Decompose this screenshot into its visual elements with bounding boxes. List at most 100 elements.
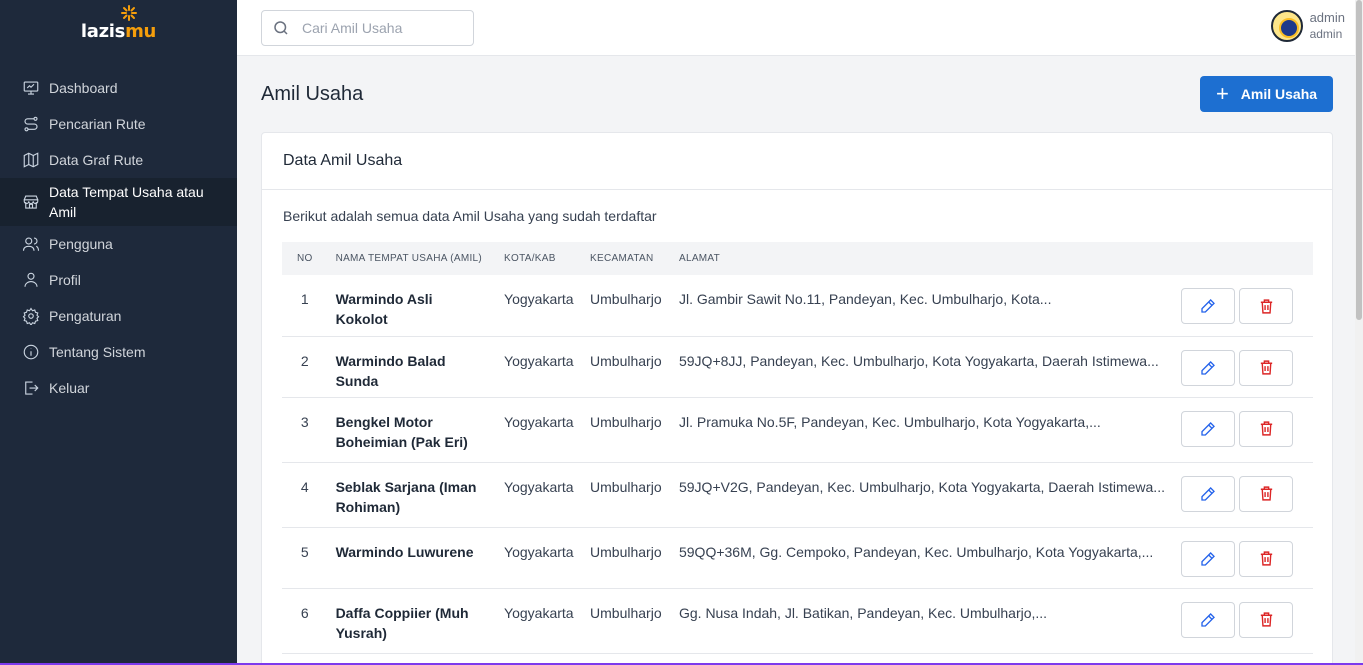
brand-logo[interactable]: lazismu <box>0 0 237 62</box>
data-card: Data Amil Usaha Berikut adalah semua dat… <box>261 132 1333 665</box>
cell-kecamatan: Umbulharjo <box>582 336 671 398</box>
cell-actions <box>1172 275 1313 337</box>
cell-actions <box>1172 527 1313 589</box>
topbar: admin admin <box>237 0 1355 56</box>
pencil-icon <box>1201 486 1215 501</box>
cell-name: Warmindo Balad Sunda <box>327 336 497 398</box>
sidebar: lazismu Dashboard Pencarian Rute Data Gr… <box>0 0 237 665</box>
scrollbar[interactable] <box>1355 0 1363 665</box>
sidebar-item-label: Dashboard <box>49 80 118 96</box>
column-header-alamat: ALAMAT <box>678 253 721 264</box>
cell-no: 5 <box>282 527 328 589</box>
delete-button[interactable] <box>1239 601 1293 638</box>
user-icon <box>22 271 40 289</box>
card-description: Berikut adalah semua data Amil Usaha yan… <box>283 208 657 224</box>
pencil-icon <box>1201 551 1215 566</box>
add-amil-usaha-button[interactable]: + Amil Usaha <box>1200 76 1333 112</box>
sidebar-item-label: Pengguna <box>49 236 113 252</box>
cell-kota: Yogyakarta <box>496 336 583 398</box>
cell-kota: Yogyakarta <box>496 397 583 463</box>
search-box[interactable] <box>261 10 474 46</box>
cell-name: Warmindo Luwurene <box>327 527 497 589</box>
cell-kecamatan: Umbulharjo <box>582 527 671 589</box>
edit-button[interactable] <box>1181 288 1235 324</box>
cell-no: 3 <box>282 397 328 463</box>
cell-kota: Yogyakarta <box>496 588 583 654</box>
cell-kecamatan: Umbulharjo <box>582 397 671 463</box>
add-button-label: Amil Usaha <box>1240 86 1318 102</box>
cell-kota: Yogyakarta <box>496 462 583 528</box>
table-header-row: NO NAMA TEMPAT USAHA (AMIL) KOTA/KAB KEC… <box>282 242 1313 275</box>
table-row: 4 Seblak Sarjana (Iman Rohiman) Yogyakarta… <box>282 462 1313 528</box>
edit-button[interactable] <box>1181 349 1235 386</box>
column-header-no: NO <box>296 253 313 264</box>
table-row: 1 Warmindo Asli Kokolot Yogyakarta Umbulhar… <box>282 275 1313 337</box>
cell-alamat: 59JQ+V2G, Pandeyan, Kec. Umbulharjo, Kot… <box>670 462 1173 528</box>
brand-wordmark: lazismu <box>81 4 157 42</box>
table-row: 6 Daffa Coppiier (Muh Yusrah) Yogyakarta Um… <box>282 588 1313 654</box>
edit-button[interactable] <box>1181 601 1235 638</box>
delete-button[interactable] <box>1239 410 1293 447</box>
sidebar-item-tentang-sistem[interactable]: Tentang Sistem <box>0 334 237 370</box>
page-title: Amil Usaha <box>261 83 364 105</box>
cell-alamat: Jl. Gambir Sawit No.11, Pandeyan, Kec. U… <box>670 275 1173 337</box>
table-row: 5 Warmindo Luwurene Yogyakarta Umbulharjo 59… <box>282 527 1313 589</box>
cell-name: Warmindo Asli Kokolot <box>327 275 497 337</box>
trash-icon <box>1260 486 1272 501</box>
cell-actions <box>1172 336 1313 398</box>
column-header-name: NAMA TEMPAT USAHA (AMIL) <box>335 253 483 264</box>
delete-button[interactable] <box>1239 349 1293 386</box>
cell-actions <box>1172 462 1313 528</box>
user-name: admin <box>1309 10 1345 25</box>
edit-button[interactable] <box>1181 475 1235 512</box>
avatar <box>1270 10 1303 42</box>
search-input[interactable] <box>302 20 462 36</box>
sidebar-item-pencarian-rute[interactable]: Pencarian Rute <box>0 106 237 142</box>
delete-button[interactable] <box>1239 288 1293 324</box>
plus-icon: + <box>1215 81 1229 106</box>
cell-kota: Yogyakarta <box>496 527 583 589</box>
scrollbar-thumb[interactable] <box>1356 0 1362 320</box>
search-icon <box>274 21 288 35</box>
info-icon <box>22 343 40 361</box>
sidebar-item-label: Profil <box>49 272 81 288</box>
sidebar-item-pengguna[interactable]: Pengguna <box>0 226 237 262</box>
cell-actions <box>1172 397 1313 463</box>
cell-kecamatan: Umbulharjo <box>582 462 671 528</box>
store-icon <box>22 193 40 211</box>
cell-alamat: Jl. Pramuka No.5F, Pandeyan, Kec. Umbulh… <box>670 397 1173 463</box>
trash-icon <box>1260 298 1272 314</box>
sidebar-item-label: Data Tempat Usaha atau Amil <box>49 184 204 220</box>
edit-button[interactable] <box>1181 410 1235 447</box>
sidebar-item-data-tempat-usaha[interactable]: Data Tempat Usaha atau Amil <box>0 178 237 226</box>
table-row: 2 Warmindo Balad Sunda Yogyakarta Umbulharj… <box>282 336 1313 398</box>
delete-button[interactable] <box>1239 475 1293 512</box>
sidebar-item-dashboard[interactable]: Dashboard <box>0 70 237 106</box>
user-menu[interactable]: admin admin <box>1270 10 1345 42</box>
amil-table: NO NAMA TEMPAT USAHA (AMIL) KOTA/KAB KEC… <box>282 242 1313 654</box>
brand-name-accent: mu <box>125 20 157 42</box>
trash-icon <box>1260 421 1272 436</box>
logout-icon <box>22 379 40 397</box>
table-row: 3 Bengkel Motor Boheimian (Pak Eri) Yogyak… <box>282 397 1313 463</box>
card-title: Data Amil Usaha <box>262 133 1332 190</box>
sidebar-item-keluar[interactable]: Keluar <box>0 370 237 406</box>
page-header: Amil Usaha + Amil Usaha <box>261 76 1333 112</box>
cell-kecamatan: Umbulharjo <box>582 588 671 654</box>
pencil-icon <box>1201 612 1215 627</box>
trash-icon <box>1260 551 1272 566</box>
cell-no: 1 <box>282 275 328 337</box>
column-header-kota: KOTA/KAB <box>504 253 556 264</box>
edit-button[interactable] <box>1181 540 1235 577</box>
sidebar-item-label: Data Graf Rute <box>49 152 144 168</box>
sidebar-item-profil[interactable]: Profil <box>0 262 237 298</box>
monitor-icon <box>22 79 40 97</box>
delete-button[interactable] <box>1239 540 1293 577</box>
sidebar-item-label: Tentang Sistem <box>49 344 146 360</box>
sidebar-item-data-graf-rute[interactable]: Data Graf Rute <box>0 142 237 178</box>
pencil-icon <box>1201 360 1215 375</box>
sidebar-item-pengaturan[interactable]: Pengaturan <box>0 298 237 334</box>
map-icon <box>22 151 40 169</box>
user-role: admin <box>1309 27 1343 41</box>
route-icon <box>22 115 40 133</box>
